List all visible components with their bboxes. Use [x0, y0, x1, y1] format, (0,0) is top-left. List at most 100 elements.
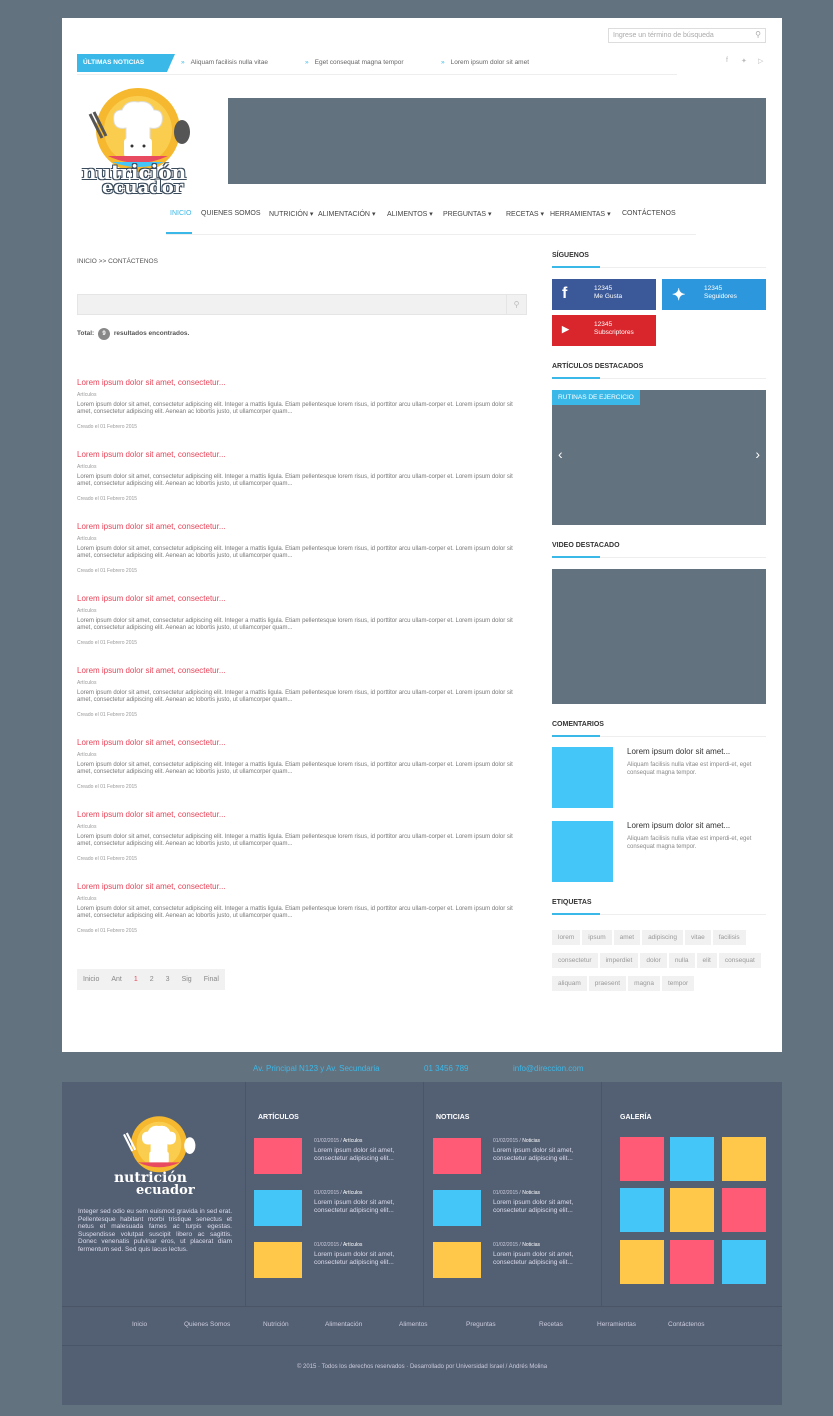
- footer-article-text[interactable]: Lorem ipsum dolor sit amet, consectetur …: [314, 1199, 419, 1215]
- footer-nav-preguntas[interactable]: Preguntas: [466, 1321, 496, 1328]
- pager-page-2[interactable]: 2: [144, 969, 160, 990]
- article-category[interactable]: Artículos: [77, 392, 517, 398]
- tag[interactable]: tempor: [661, 976, 695, 991]
- nav-contactenos[interactable]: CONTÁCTENOS: [622, 210, 676, 217]
- contact-email[interactable]: info@direccion.com: [513, 1064, 583, 1073]
- pager-last[interactable]: Final: [198, 969, 225, 990]
- article-title[interactable]: Lorem ipsum dolor sit amet, consectetur.…: [77, 810, 517, 820]
- facebook-icon[interactable]: f: [726, 57, 728, 64]
- ticker-item[interactable]: » Eget consequat magna tempor: [305, 54, 404, 72]
- footer-article-item[interactable]: 01/02/2015 / Artículos Lorem ipsum dolor…: [254, 1190, 419, 1226]
- footer-nav-quienes-somos[interactable]: Quienes Somos: [184, 1321, 230, 1328]
- tag[interactable]: imperdiet: [599, 953, 639, 968]
- gallery-thumb[interactable]: [670, 1188, 714, 1232]
- footer-news-item[interactable]: 01/02/2015 / Noticias Lorem ipsum dolor …: [433, 1138, 598, 1174]
- footer-nav-alimentacion[interactable]: Alimentación: [325, 1321, 362, 1328]
- chevron-right-icon[interactable]: ›: [755, 446, 760, 462]
- article-title[interactable]: Lorem ipsum dolor sit amet, consectetur.…: [77, 522, 517, 532]
- footer-nav-herramientas[interactable]: Herramientas: [597, 1321, 636, 1328]
- comment-thumbnail[interactable]: [552, 821, 613, 882]
- article-category[interactable]: Artículos: [77, 536, 517, 542]
- article-category[interactable]: Artículos: [77, 896, 517, 902]
- article-title[interactable]: Lorem ipsum dolor sit amet, consectetur.…: [77, 882, 517, 892]
- article-title[interactable]: Lorem ipsum dolor sit amet, consectetur.…: [77, 378, 517, 388]
- pager-next[interactable]: Sig: [176, 969, 198, 990]
- footer-nav-contactenos[interactable]: Contáctenos: [668, 1321, 705, 1328]
- tag[interactable]: amet: [613, 930, 641, 945]
- search-icon[interactable]: ⚲: [755, 30, 761, 40]
- tag[interactable]: consectetur: [552, 953, 598, 968]
- article-title[interactable]: Lorem ipsum dolor sit amet, consectetur.…: [77, 594, 517, 604]
- comment-item[interactable]: Lorem ipsum dolor sit amet... Aliquam fa…: [552, 747, 766, 808]
- footer-article-text[interactable]: Lorem ipsum dolor sit amet, consectetur …: [314, 1147, 419, 1163]
- tag[interactable]: adipiscing: [642, 930, 683, 945]
- footer-nav-recetas[interactable]: Recetas: [539, 1321, 563, 1328]
- gallery-thumb[interactable]: [620, 1240, 664, 1284]
- article-category[interactable]: Artículos: [77, 680, 517, 686]
- tag[interactable]: praesent: [588, 976, 627, 991]
- article-title[interactable]: Lorem ipsum dolor sit amet, consectetur.…: [77, 450, 517, 460]
- ticker-item[interactable]: » Lorem ipsum dolor sit amet: [441, 54, 529, 72]
- nav-herramientas[interactable]: HERRAMIENTAS ▾: [550, 210, 611, 218]
- tag[interactable]: vitae: [684, 930, 711, 945]
- tag[interactable]: lorem: [552, 930, 581, 945]
- gallery-thumb[interactable]: [620, 1188, 664, 1232]
- facebook-follow-button[interactable]: f 12345 Me Gusta: [552, 279, 656, 310]
- footer-article-thumb[interactable]: [254, 1242, 302, 1278]
- twitter-icon[interactable]: ✦: [741, 57, 747, 65]
- footer-article-thumb[interactable]: [254, 1138, 302, 1174]
- tag[interactable]: aliquam: [552, 976, 587, 991]
- footer-news-item[interactable]: 01/02/2015 / Noticias Lorem ipsum dolor …: [433, 1242, 598, 1278]
- pager-page-1[interactable]: 1: [128, 969, 144, 990]
- tag[interactable]: elit: [696, 953, 717, 968]
- footer-news-item[interactable]: 01/02/2015 / Noticias Lorem ipsum dolor …: [433, 1190, 598, 1226]
- comment-thumbnail[interactable]: [552, 747, 613, 808]
- twitter-follow-button[interactable]: ✦ 12345 Seguidores: [662, 279, 766, 310]
- pager-page-3[interactable]: 3: [160, 969, 176, 990]
- results-search-input[interactable]: ⚲: [77, 294, 527, 315]
- youtube-icon[interactable]: ▷: [758, 57, 763, 65]
- tag[interactable]: consequat: [718, 953, 761, 968]
- featured-video[interactable]: [552, 569, 766, 704]
- footer-news-text[interactable]: Lorem ipsum dolor sit amet, consectetur …: [493, 1199, 598, 1215]
- footer-article-text[interactable]: Lorem ipsum dolor sit amet, consectetur …: [314, 1251, 419, 1267]
- gallery-thumb[interactable]: [722, 1137, 766, 1181]
- article-title[interactable]: Lorem ipsum dolor sit amet, consectetur.…: [77, 666, 517, 676]
- gallery-thumb[interactable]: [722, 1240, 766, 1284]
- footer-logo[interactable]: nutrición ecuador: [114, 1112, 204, 1204]
- nav-nutricion[interactable]: NUTRICIÓN ▾: [269, 210, 313, 218]
- nav-quienes-somos[interactable]: QUIENES SOMOS: [201, 210, 261, 217]
- footer-article-thumb[interactable]: [254, 1190, 302, 1226]
- featured-tag[interactable]: RUTINAS DE EJERCICIO: [552, 390, 640, 405]
- nav-alimentos[interactable]: ALIMENTOS ▾: [387, 210, 433, 218]
- tag[interactable]: magna: [628, 976, 660, 991]
- footer-nav-inicio[interactable]: Inicio: [132, 1321, 147, 1328]
- chevron-left-icon[interactable]: ‹: [558, 446, 563, 462]
- nav-alimentacion[interactable]: ALIMENTACIÓN ▾: [318, 210, 375, 218]
- footer-news-thumb[interactable]: [433, 1138, 481, 1174]
- comment-item[interactable]: Lorem ipsum dolor sit amet... Aliquam fa…: [552, 821, 766, 882]
- article-category[interactable]: Artículos: [77, 608, 517, 614]
- footer-news-thumb[interactable]: [433, 1242, 481, 1278]
- article-category[interactable]: Artículos: [77, 752, 517, 758]
- comment-title[interactable]: Lorem ipsum dolor sit amet...: [627, 821, 730, 830]
- nav-inicio[interactable]: INICIO: [170, 210, 191, 217]
- footer-news-text[interactable]: Lorem ipsum dolor sit amet, consectetur …: [493, 1147, 598, 1163]
- article-title[interactable]: Lorem ipsum dolor sit amet, consectetur.…: [77, 738, 517, 748]
- site-logo[interactable]: nutrición ecuador: [78, 80, 198, 200]
- footer-news-thumb[interactable]: [433, 1190, 481, 1226]
- nav-preguntas[interactable]: PREGUNTAS ▾: [443, 210, 492, 218]
- pager-first[interactable]: Inicio: [77, 969, 105, 990]
- nav-recetas[interactable]: RECETAS ▾: [506, 210, 544, 218]
- youtube-follow-button[interactable]: ▶ 12345 Subscriptores: [552, 315, 656, 346]
- gallery-thumb[interactable]: [620, 1137, 664, 1181]
- article-category[interactable]: Artículos: [77, 464, 517, 470]
- contact-phone[interactable]: 01 3456 789: [424, 1064, 469, 1073]
- breadcrumb[interactable]: INICIO >> CONTÁCTENOS: [77, 258, 158, 265]
- featured-carousel[interactable]: RUTINAS DE EJERCICIO ‹ ›: [552, 390, 766, 525]
- header-search-input[interactable]: Ingrese un término de búsqueda ⚲: [608, 28, 766, 43]
- tag[interactable]: facilisis: [712, 930, 746, 945]
- footer-nav-alimentos[interactable]: Alimentos: [399, 1321, 428, 1328]
- tag[interactable]: dolor: [640, 953, 667, 968]
- ticker-item[interactable]: » Aliquam facilisis nulla vitae: [181, 54, 268, 72]
